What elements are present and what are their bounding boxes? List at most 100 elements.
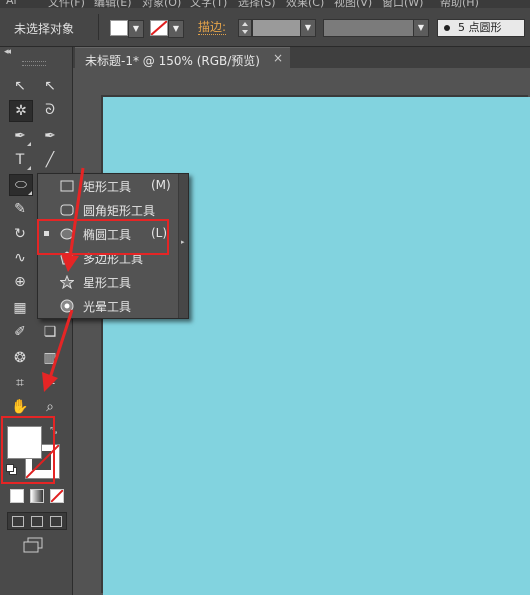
- menu-type[interactable]: 文字(T): [190, 0, 227, 8]
- app-logo: Ai: [6, 0, 17, 7]
- lasso-tool-icon: ᘐ: [45, 102, 55, 118]
- type-tool[interactable]: T: [9, 150, 31, 170]
- symbol-sprayer-tool[interactable]: ❂: [9, 348, 31, 368]
- stroke-weight-spinner[interactable]: [238, 19, 252, 37]
- curvature-tool-icon: ✒: [44, 128, 56, 144]
- menu-bar: Ai 文件(F) 编辑(E) 对象(O) 文字(T) 选择(S) 效果(C) 视…: [0, 0, 530, 8]
- line-segment-tool-icon: ╱: [45, 152, 55, 168]
- draw-behind-icon[interactable]: [31, 516, 43, 527]
- tearoff-strip[interactable]: ▸: [178, 174, 188, 318]
- document-title: 未标题-1* @ 150% (RGB/预览): [85, 54, 260, 68]
- menu-select[interactable]: 选择(S): [238, 0, 276, 8]
- menu-help[interactable]: 帮助(H): [440, 0, 479, 8]
- ellipse-tool-icon: ⬭: [15, 177, 27, 193]
- change-screen-mode-button[interactable]: [23, 537, 45, 553]
- direct-selection-tool-icon: ↖: [44, 78, 56, 94]
- magic-wand-tool-icon: ✲: [15, 103, 27, 119]
- spinner-arrows-icon: [242, 22, 248, 34]
- eyedropper-tool[interactable]: ✐: [9, 322, 31, 342]
- artboard-tool-icon: ⌗: [16, 375, 24, 391]
- star-tool-icon: [60, 275, 74, 289]
- flare-tool-icon: [60, 299, 74, 313]
- slice-tool-icon: ✂: [44, 375, 56, 391]
- collapse-panel-icon[interactable]: ◂◂: [4, 47, 11, 57]
- brush-label: 5 点圆形: [458, 21, 502, 34]
- perspective-grid-tool-icon: ▦: [13, 300, 27, 316]
- slice-tool[interactable]: ✂: [39, 373, 61, 393]
- perspective-grid-tool[interactable]: ▦: [9, 298, 31, 318]
- column-graph-tool-icon: ▥: [43, 350, 57, 366]
- variable-width-profile[interactable]: [323, 19, 415, 37]
- paintbrush-tool[interactable]: ✎: [9, 199, 31, 219]
- direct-selection-tool[interactable]: ↖: [39, 76, 61, 96]
- draw-normal-icon[interactable]: [12, 516, 24, 527]
- zoom-tool-icon: ⌕: [46, 399, 54, 415]
- menu-effect[interactable]: 效果(C): [286, 0, 324, 8]
- pen-tool-icon: ✒: [14, 128, 26, 144]
- brush-definition-dropdown[interactable]: 5 点圆形: [437, 19, 525, 37]
- highlight-ellipse-tool: [37, 219, 169, 255]
- type-tool-icon: T: [15, 152, 25, 168]
- highlight-fill-stroke: [1, 416, 55, 484]
- symbol-sprayer-tool-icon: ❂: [14, 350, 26, 366]
- none-slash-icon: [51, 490, 63, 502]
- fill-dropdown-chevron-icon[interactable]: ▼: [128, 20, 144, 38]
- selection-status: 未选择对象: [14, 22, 75, 36]
- color-mode-button[interactable]: [10, 489, 24, 503]
- artboard-tool[interactable]: ⌗: [9, 373, 31, 393]
- shape-builder-tool-icon: ⊕: [14, 274, 26, 290]
- stroke-dropdown-chevron-icon[interactable]: ▼: [168, 20, 184, 38]
- drawing-modes: [7, 512, 67, 530]
- pen-tool[interactable]: ✒: [9, 126, 31, 146]
- line-segment-tool[interactable]: ╱: [39, 150, 61, 170]
- rotate-tool-icon: ↻: [14, 226, 26, 242]
- shape-builder-tool[interactable]: ⊕: [9, 272, 31, 292]
- control-bar: 未选择对象 ▼ ▼ 描边: ▼ ▼ 5 点圆形: [0, 8, 530, 47]
- stroke-color-swatch[interactable]: [150, 20, 168, 36]
- gradient-mode-button[interactable]: [30, 489, 44, 503]
- warp-tool[interactable]: ∿: [9, 248, 31, 268]
- document-tab[interactable]: 未标题-1* @ 150% (RGB/预览) ×: [75, 47, 290, 69]
- none-mode-button[interactable]: [50, 489, 64, 503]
- rectangle-tool-icon: [60, 180, 74, 192]
- close-icon[interactable]: ×: [273, 51, 283, 65]
- stroke-label[interactable]: 描边:: [198, 20, 227, 35]
- column-graph-tool[interactable]: ▥: [39, 348, 61, 368]
- rounded-rectangle-tool-icon: [60, 204, 74, 216]
- menu-object[interactable]: 对象(O): [142, 0, 181, 8]
- blend-tool[interactable]: ❏: [39, 322, 61, 342]
- rotate-tool[interactable]: ↻: [9, 224, 31, 244]
- divider: [98, 14, 99, 40]
- ellipse-tool[interactable]: ⬭: [9, 174, 33, 196]
- blend-tool-icon: ❏: [43, 324, 57, 340]
- hand-tool[interactable]: ✋: [9, 397, 31, 417]
- menu-edit[interactable]: 编辑(E): [94, 0, 132, 8]
- menu-window[interactable]: 窗口(W): [382, 0, 423, 8]
- round-brush-icon: [444, 25, 450, 31]
- curvature-tool[interactable]: ✒: [39, 126, 61, 146]
- flyout-item-star[interactable]: 星形工具: [38, 270, 179, 294]
- flyout-item-flare[interactable]: 光晕工具: [38, 294, 179, 318]
- menu-view[interactable]: 视图(V): [334, 0, 372, 8]
- tearoff-arrow-icon: ▸: [181, 238, 185, 246]
- eyedropper-tool-icon: ✐: [14, 324, 26, 340]
- paintbrush-tool-icon: ✎: [14, 201, 26, 217]
- stroke-weight-input[interactable]: [252, 19, 302, 37]
- selection-tool-icon: ↖: [14, 78, 26, 94]
- screen-mode-icon: [23, 537, 43, 553]
- lasso-tool[interactable]: ᘐ: [39, 100, 61, 120]
- profile-chevron-icon[interactable]: ▼: [413, 19, 429, 37]
- no-stroke-slash-icon: [151, 21, 167, 35]
- stroke-weight-chevron-icon[interactable]: ▼: [300, 19, 316, 37]
- fill-color-swatch[interactable]: [110, 20, 128, 36]
- zoom-tool[interactable]: ⌕: [39, 397, 61, 417]
- warp-tool-icon: ∿: [14, 250, 26, 266]
- hand-tool-icon: ✋: [11, 399, 29, 415]
- menu-file[interactable]: 文件(F): [48, 0, 85, 8]
- draw-inside-icon[interactable]: [50, 516, 62, 527]
- flyout-item-rectangle[interactable]: 矩形工具 (M): [38, 174, 179, 198]
- artboard-canvas[interactable]: [103, 97, 530, 595]
- panel-grip[interactable]: [22, 61, 46, 66]
- magic-wand-tool[interactable]: ✲: [9, 100, 33, 122]
- selection-tool[interactable]: ↖: [9, 76, 31, 96]
